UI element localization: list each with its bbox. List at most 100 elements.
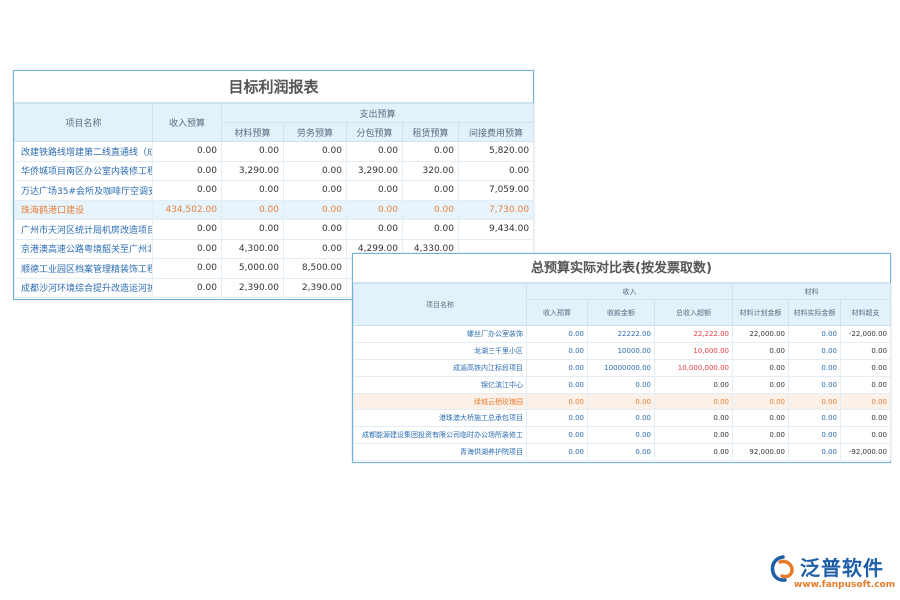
column-header-labor[interactable]: 劳务预算 [283, 122, 347, 142]
cell-income: 0.00 [152, 219, 222, 240]
cell-material-plan: 92,000.00 [732, 443, 789, 462]
cell-material-over: -22,000.00 [840, 325, 891, 343]
column-header-over-income[interactable]: 总收入超额 [654, 299, 733, 326]
cell-material-over: 0.00 [840, 409, 891, 428]
cell-income-budget: 0.00 [526, 341, 588, 360]
table-row[interactable]: 华侨城项目南区办公室内装修工程 0.00 3,290.00 0.00 3,290.00 3… [14, 160, 535, 181]
cell-income: 434,502.00 [152, 199, 222, 220]
panel-title: 总预算实际对比表(按发票取数) [353, 254, 890, 283]
cell-material-actual: 0.00 [788, 375, 841, 394]
project-name-link[interactable]: 锦亿滨江中心 [353, 375, 527, 394]
cell-indirect: 5,820.00 [457, 141, 535, 162]
panel-title: 目标利润报表 [14, 71, 533, 103]
column-header-material[interactable]: 材料预算 [221, 122, 284, 142]
project-name-link[interactable]: 龙湖三千里小区 [353, 341, 527, 360]
table-row[interactable]: 绿城云栖玫瑰园 0.00 0.00 0.00 0.00 0.00 0.00 [353, 392, 891, 411]
cell-income-budget: 0.00 [526, 325, 588, 343]
table-row[interactable]: 改建铁路线增建第二线直通线（成 0.00 0.00 0.00 0.00 0.00 5,820… [14, 141, 535, 162]
cell-rental: 0.00 [402, 141, 459, 162]
cell-labor: 2,390.00 [283, 277, 347, 298]
cell-received: 10000000.00 [587, 358, 655, 377]
cell-material-actual: 0.00 [788, 392, 841, 411]
cell-material: 0.00 [221, 180, 284, 201]
project-name-link[interactable]: 青海供湖养护院项目 [353, 443, 527, 462]
brand-name: 泛普软件 [800, 556, 884, 580]
table-row[interactable]: 锦亿滨江中心 0.00 0.00 0.00 0.00 0.00 0.00 [353, 375, 891, 394]
cell-received: 22222.00 [587, 325, 655, 343]
cell-over-income: 22,222.00 [654, 325, 733, 343]
project-name-link[interactable]: 成渝高铁内江标段项目 [353, 358, 527, 377]
project-name-link[interactable]: 京港澳高速公路粤境韶关至广州北 [14, 238, 153, 259]
project-name-link[interactable]: 改建铁路线增建第二线直通线（成 [14, 141, 153, 162]
cell-received: 0.00 [587, 409, 655, 428]
cell-received: 10000.00 [587, 341, 655, 360]
cell-income-budget: 0.00 [526, 375, 588, 394]
project-name-link[interactable]: 华侨城项目南区办公室内装修工程 [14, 160, 153, 181]
table-row[interactable]: 万达广场35#会所及咖啡厅空调安 0.00 0.00 0.00 0.00 0.00 7,05… [14, 180, 535, 201]
cell-income: 0.00 [152, 238, 222, 259]
cell-indirect: 7,059.00 [457, 180, 535, 201]
column-header-income[interactable]: 收入预算 [152, 103, 222, 142]
cell-material: 0.00 [221, 199, 284, 220]
cell-material-plan: 0.00 [732, 409, 789, 428]
column-header-name[interactable]: 项目名称 [353, 283, 527, 326]
cell-material: 0.00 [221, 141, 284, 162]
project-name-link[interactable]: 绿城云栖玫瑰园 [353, 392, 527, 411]
cell-material-over: 0.00 [840, 358, 891, 377]
cell-over-income: 0.00 [654, 426, 733, 445]
cell-labor: 0.00 [283, 141, 347, 162]
project-name-link[interactable]: 广州市天河区统计局机房改造项目 [14, 219, 153, 240]
project-name-link[interactable]: 珠海鹤港口建设 [14, 199, 153, 220]
cell-income-budget: 0.00 [526, 409, 588, 428]
cell-subcontract: 0.00 [346, 219, 403, 240]
column-header-name[interactable]: 项目名称 [14, 103, 153, 142]
cell-material-plan: 0.00 [732, 341, 789, 360]
column-header-received[interactable]: 收款金额 [587, 299, 655, 326]
cell-material-plan: 0.00 [732, 426, 789, 445]
cell-labor: 0.00 [283, 238, 347, 259]
column-header-indirect[interactable]: 间接费用预算 [457, 122, 535, 142]
column-header-income-budget[interactable]: 收入预算 [526, 299, 588, 326]
cell-material-over: 0.00 [840, 426, 891, 445]
table-row[interactable]: 青海供湖养护院项目 0.00 0.00 0.00 92,000.00 0.00 -92,00… [353, 443, 891, 462]
cell-over-income: 0.00 [654, 443, 733, 462]
project-name-link[interactable]: 顺德工业园区档案管理精装饰工程 [14, 258, 153, 279]
column-header-material-over[interactable]: 材料超支 [840, 299, 891, 326]
cell-material: 3,290.00 [221, 160, 284, 181]
cell-material-actual: 0.00 [788, 409, 841, 428]
project-name-link[interactable]: 螺丝厂办公室装饰 [353, 325, 527, 343]
column-group-expense: 支出预算 [220, 103, 535, 123]
table-row[interactable]: 龙湖三千里小区 0.00 10000.00 10,000.00 0.00 0.00 0.00 [353, 341, 891, 360]
table-row[interactable]: 珠海鹤港口建设 434,502.00 0.00 0.00 0.00 0.00 7,730.0… [14, 199, 535, 220]
cell-material: 4,300.00 [221, 238, 284, 259]
cell-income-budget: 0.00 [526, 358, 588, 377]
cell-rental: 0.00 [402, 199, 459, 220]
table-row[interactable]: 成渝高铁内江标段项目 0.00 10000000.00 10,000,000.00 0.… [353, 358, 891, 377]
column-group-income: 收入 [526, 283, 733, 300]
cell-income: 0.00 [152, 141, 222, 162]
cell-material-actual: 0.00 [788, 325, 841, 343]
cell-received: 0.00 [587, 443, 655, 462]
cell-over-income: 0.00 [654, 392, 733, 411]
brand-url[interactable]: www.fanpusoft.com [794, 580, 895, 590]
column-header-subcontract[interactable]: 分包预算 [346, 122, 403, 142]
table-row[interactable]: 港珠澳大桥施工总承包项目 0.00 0.00 0.00 0.00 0.00 0.00 [353, 409, 891, 428]
table-row[interactable]: 螺丝厂办公室装饰 0.00 22222.00 22,222.00 22,000.00 0.… [353, 325, 891, 343]
budget-actual-comparison-panel: 总预算实际对比表(按发票取数) 项目名称 收入 材料 收入预算 收款金额 总收入… [352, 253, 891, 463]
budget-actual-table: 项目名称 收入 材料 收入预算 收款金额 总收入超额 材料计划金额 材料实际金额… [353, 283, 891, 462]
cell-labor: 8,500.00 [283, 258, 347, 279]
table-row[interactable]: 广州市天河区统计局机房改造项目 0.00 0.00 0.00 0.00 0.00 9,434… [14, 219, 535, 240]
cell-material-over: 0.00 [840, 375, 891, 394]
cell-material-plan: 22,000.00 [732, 325, 789, 343]
table-row[interactable]: 成都能源建设集团投资有限公司临时办公场所装修工 0.00 0.00 0.00 0.00 0… [353, 426, 891, 445]
column-header-material-plan[interactable]: 材料计划金额 [732, 299, 789, 326]
cell-income: 0.00 [152, 180, 222, 201]
project-name-link[interactable]: 港珠澳大桥施工总承包项目 [353, 409, 527, 428]
cell-rental: 320.00 [402, 160, 459, 181]
project-name-link[interactable]: 万达广场35#会所及咖啡厅空调安 [14, 180, 153, 201]
column-header-rental[interactable]: 租赁预算 [402, 122, 459, 142]
project-name-link[interactable]: 成都能源建设集团投资有限公司临时办公场所装修工 [353, 426, 527, 445]
project-name-link[interactable]: 成都沙河环境综合提升改造运河护 [14, 277, 153, 298]
cell-material-over: -92,000.00 [840, 443, 891, 462]
column-header-material-actual[interactable]: 材料实际金额 [788, 299, 841, 326]
